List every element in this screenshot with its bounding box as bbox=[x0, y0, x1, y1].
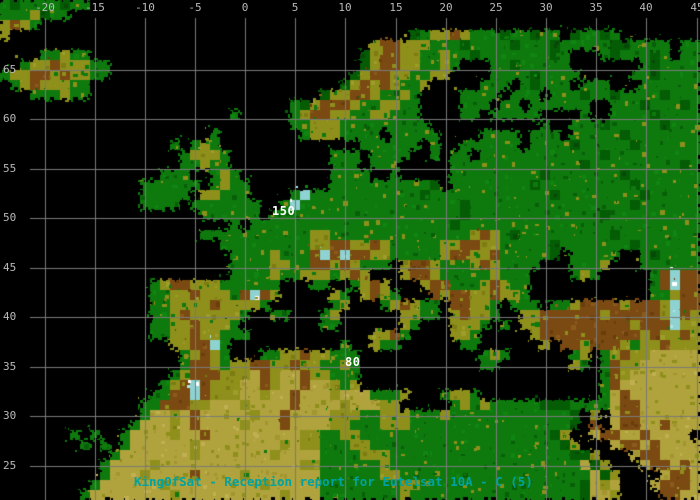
reception-map-page: -20-15-10-505101520253035404565605550454… bbox=[0, 0, 700, 500]
elevation-map-canvas bbox=[0, 0, 700, 500]
map-title: KingOfSat - Reception report for Eutelsa… bbox=[134, 474, 533, 489]
